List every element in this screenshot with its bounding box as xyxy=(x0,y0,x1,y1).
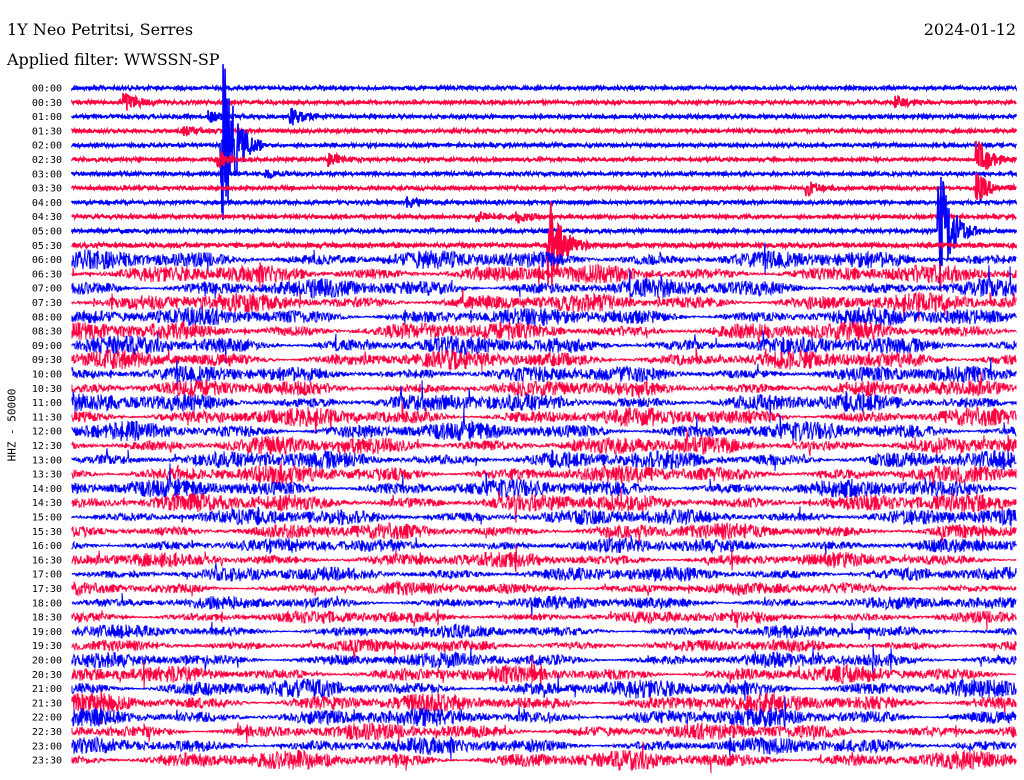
trace-row-0000 xyxy=(71,83,1017,93)
row-time-label: 15:30 xyxy=(32,527,62,538)
trace-row-1530 xyxy=(71,522,1017,544)
row-time-label: 02:00 xyxy=(32,141,62,152)
row-time-label: 11:30 xyxy=(32,412,62,423)
row-time-label: 14:00 xyxy=(32,484,62,495)
row-time-label: 10:30 xyxy=(32,384,62,395)
trace-row-1400 xyxy=(71,463,1017,499)
row-time-label: 13:00 xyxy=(32,455,62,466)
row-time-label: 20:30 xyxy=(32,670,62,681)
row-time-label: 18:00 xyxy=(32,598,62,609)
trace-row-1730 xyxy=(71,579,1017,597)
row-time-label: 07:00 xyxy=(32,284,62,295)
trace-row-1900 xyxy=(71,621,1017,640)
trace-row-0800 xyxy=(71,306,1017,327)
row-time-label: 04:30 xyxy=(32,212,62,223)
row-time-label: 18:30 xyxy=(32,613,62,624)
row-time-label: 15:00 xyxy=(32,513,62,524)
row-time-label: 07:30 xyxy=(32,298,62,309)
row-time-label: 01:30 xyxy=(32,126,62,137)
helicorder-plot: 00:00 00:30 01:00 01:30 02:00 02:30 03:00 03:30… xyxy=(32,64,1017,774)
row-time-label: 08:00 xyxy=(32,312,62,323)
row-time-label: 05:30 xyxy=(32,241,62,252)
trace-row-0300 xyxy=(71,168,1017,180)
trace-row-0130 xyxy=(71,125,1017,137)
row-time-label: 19:00 xyxy=(32,627,62,638)
row-time-label: 09:30 xyxy=(32,355,62,366)
trace-row-1300 xyxy=(71,448,1017,472)
trace-row-0330 xyxy=(71,172,1017,200)
trace-row-1800 xyxy=(71,592,1017,616)
row-time-label: 22:00 xyxy=(32,713,62,724)
row-time-label: 08:30 xyxy=(32,327,62,338)
row-time-label: 03:30 xyxy=(32,184,62,195)
row-time-label: 06:30 xyxy=(32,269,62,280)
trace-row-1600 xyxy=(71,535,1017,555)
row-time-label: 21:00 xyxy=(32,684,62,695)
row-time-label: 12:00 xyxy=(32,427,62,438)
trace-row-0400 xyxy=(71,196,1017,209)
row-time-label: 04:00 xyxy=(32,198,62,209)
trace-row-1830 xyxy=(71,609,1017,630)
trace-row-1630 xyxy=(71,544,1017,573)
row-time-label: 17:00 xyxy=(32,570,62,581)
row-time-label: 14:30 xyxy=(32,498,62,509)
row-time-label: 10:00 xyxy=(32,370,62,381)
row-time-label: 11:00 xyxy=(32,398,62,409)
trace-row-0030 xyxy=(71,92,1017,111)
row-time-label: 00:00 xyxy=(32,84,62,95)
row-time-label: 05:00 xyxy=(32,227,62,238)
row-time-label: 16:00 xyxy=(32,541,62,552)
trace-row-1700 xyxy=(71,562,1017,583)
row-time-label: 02:30 xyxy=(32,155,62,166)
row-time-label: 21:30 xyxy=(32,698,62,709)
row-time-label: 09:00 xyxy=(32,341,62,352)
row-time-label: 20:00 xyxy=(32,656,62,667)
row-time-label: 13:30 xyxy=(32,470,62,481)
row-time-label: 12:30 xyxy=(32,441,62,452)
row-time-label: 19:30 xyxy=(32,641,62,652)
row-time-label: 06:00 xyxy=(32,255,62,266)
trace-row-0100 xyxy=(71,107,1017,126)
row-time-label: 03:00 xyxy=(32,169,62,180)
row-time-label: 01:00 xyxy=(32,112,62,123)
row-time-label: 00:30 xyxy=(32,98,62,109)
trace-row-1200 xyxy=(71,405,1017,443)
row-time-label: 23:00 xyxy=(32,741,62,752)
row-time-label: 17:30 xyxy=(32,584,62,595)
trace-row-0500 xyxy=(71,176,1017,285)
trace-row-0430 xyxy=(71,211,1017,224)
row-time-label: 16:30 xyxy=(32,555,62,566)
row-time-label: 23:30 xyxy=(32,756,62,767)
row-time-label: 22:30 xyxy=(32,727,62,738)
